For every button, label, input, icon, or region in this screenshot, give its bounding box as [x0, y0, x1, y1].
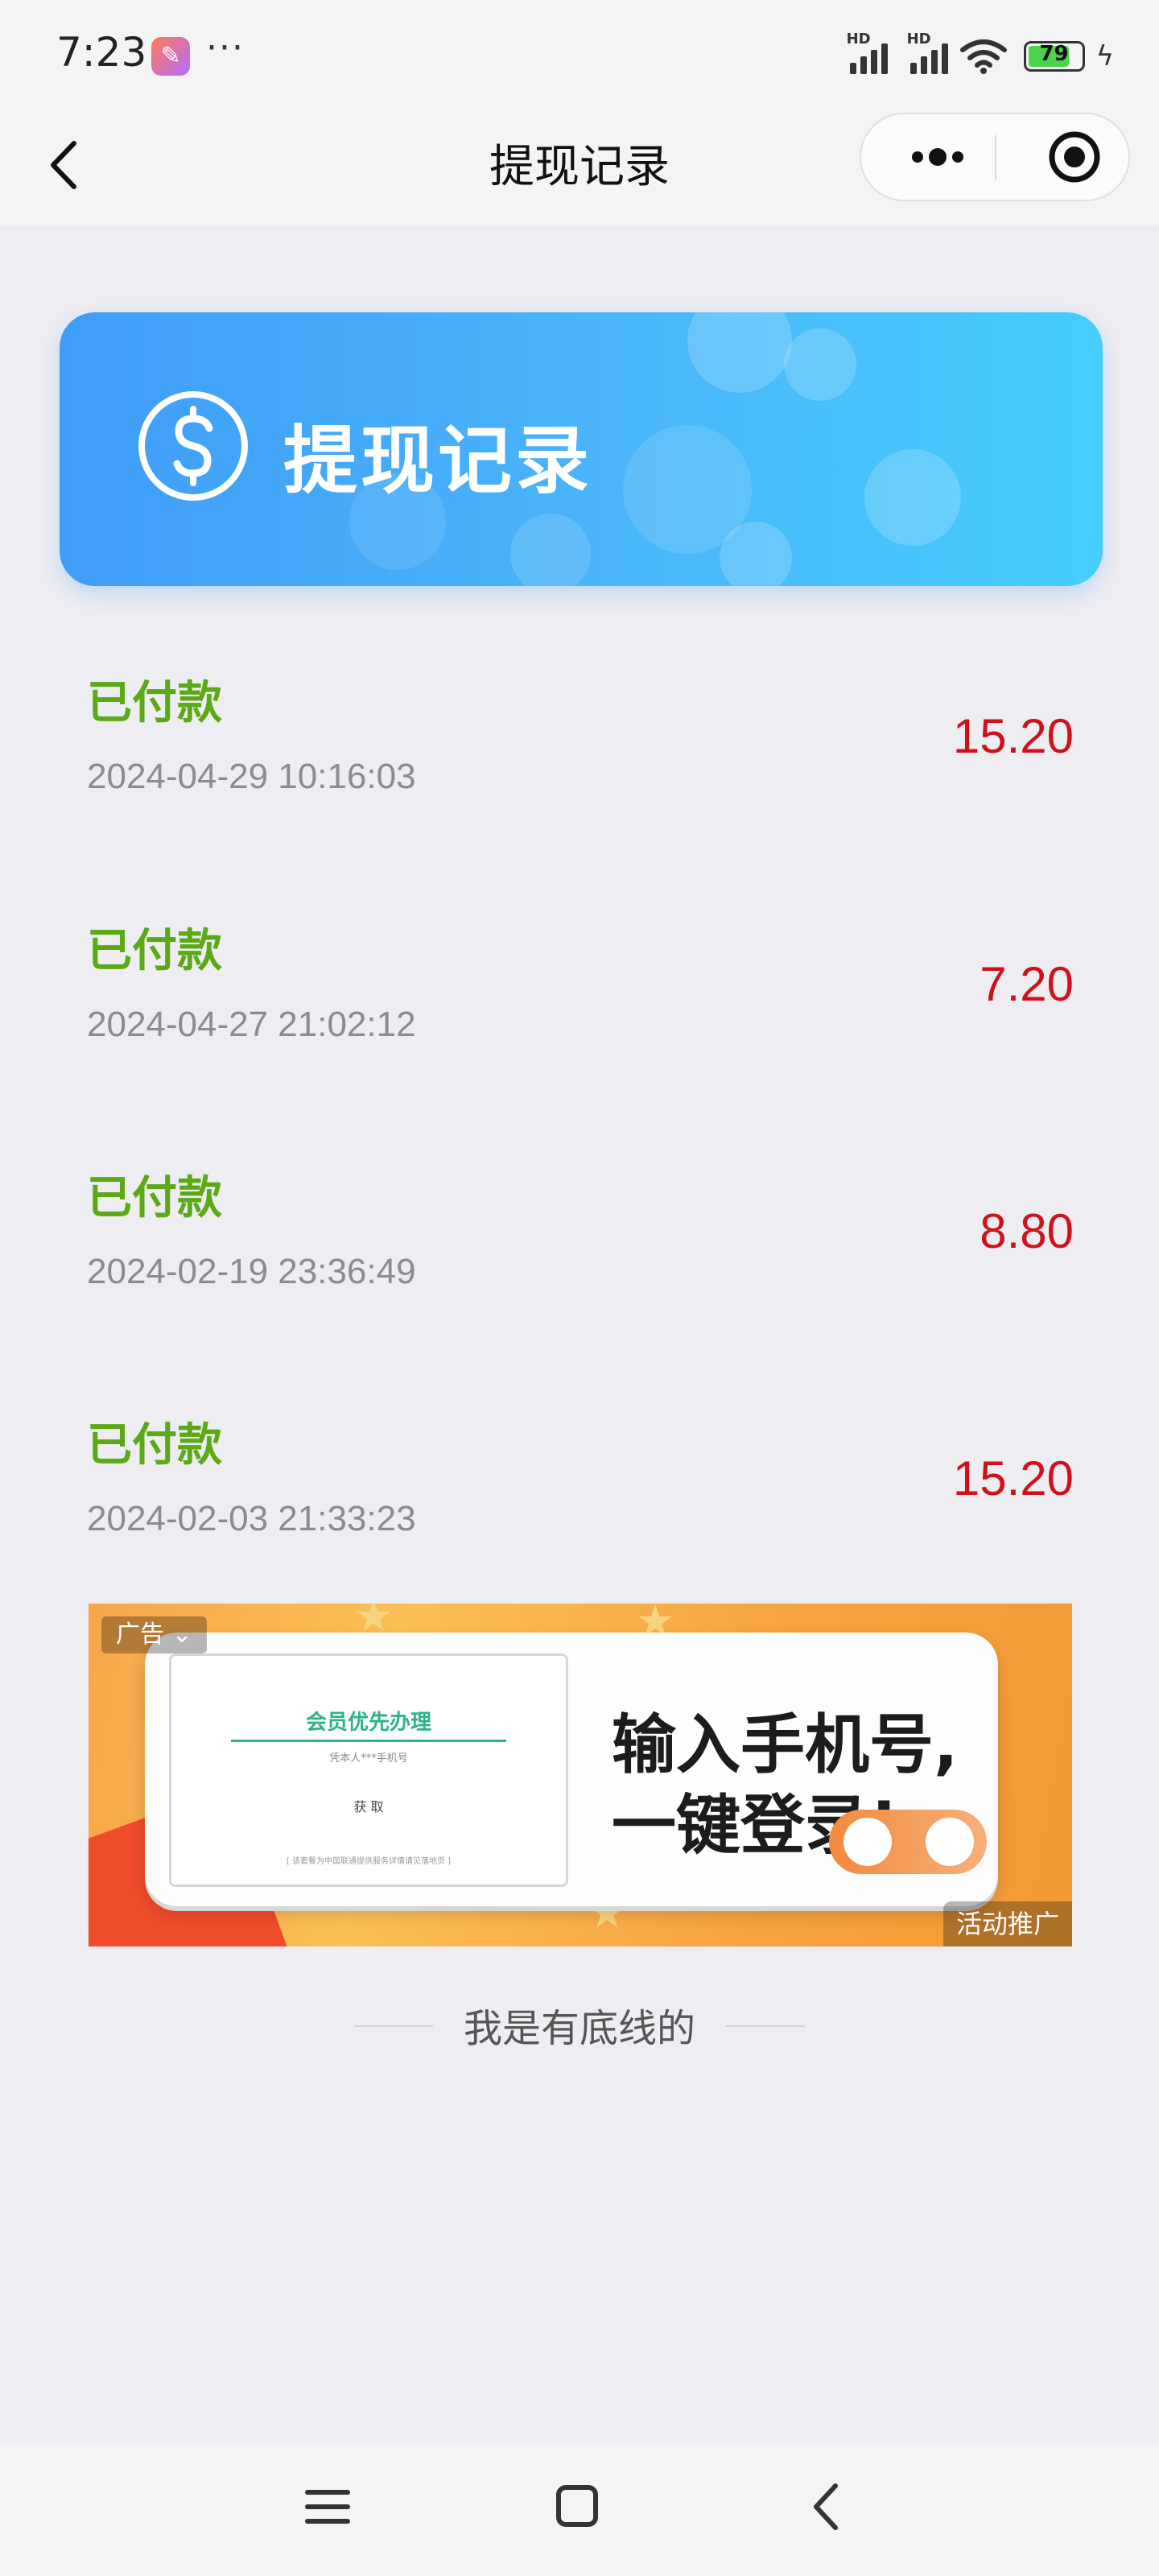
- withdrawal-record: 已付款 2024-04-29 10:16:03 15.20: [87, 644, 1074, 845]
- ad-tag[interactable]: 广告 ⌄: [101, 1616, 207, 1653]
- ad-inner-button: 获 取: [353, 1799, 384, 1814]
- menu-icon[interactable]: [291, 2475, 364, 2539]
- record-status: 已付款: [87, 677, 222, 729]
- withdrawal-record: 已付款 2024-04-27 21:02:12 7.20: [87, 892, 1074, 1093]
- ad-promo-label: 活动推广: [942, 1901, 1072, 1946]
- record-amount: 7.20: [980, 957, 1074, 1011]
- withdrawal-record: 已付款 2024-02-03 21:33:23 15.20: [87, 1386, 1074, 1587]
- end-of-list: 我是有底线的: [0, 1996, 1159, 2053]
- record-time: 2024-02-19 23:36:49: [87, 1252, 416, 1291]
- capsule-divider: [995, 135, 996, 180]
- status-bar: 7:23 ✎ ··· HD HD 79 ϟ: [0, 0, 1159, 105]
- header-banner: 提现记录: [60, 312, 1103, 586]
- app-notification-icon: ✎: [151, 37, 190, 76]
- more-icon[interactable]: [893, 114, 982, 200]
- back-nav-icon[interactable]: [792, 2475, 864, 2539]
- system-nav-bar: [0, 2441, 1159, 2576]
- close-miniprogram-icon[interactable]: [1030, 114, 1119, 200]
- signal-icon-2: HD: [907, 31, 948, 74]
- home-icon[interactable]: [541, 2475, 613, 2539]
- record-time: 2024-04-27 21:02:12: [87, 1005, 416, 1044]
- charging-icon: ϟ: [1095, 40, 1114, 72]
- record-status: 已付款: [87, 1172, 222, 1224]
- divider-right: [726, 2025, 805, 2027]
- ad-banner[interactable]: ★ ★ ★ 会员优先办理 凭本人***手机号 获 取 [ 该套餐为中国联通提供服…: [89, 1604, 1072, 1946]
- ad-inner-title: 会员优先办理: [305, 1711, 431, 1735]
- chevron-down-icon: ⌄: [171, 1620, 192, 1649]
- ad-form-preview: 会员优先办理 凭本人***手机号 获 取 [ 该套餐为中国联通提供服务详情请见落…: [169, 1653, 568, 1887]
- end-of-list-text: 我是有底线的: [463, 2006, 695, 2051]
- record-time: 2024-04-29 10:16:03: [87, 757, 416, 796]
- record-amount: 15.20: [952, 709, 1074, 763]
- wifi-icon: [959, 39, 1007, 74]
- banner-title: 提现记录: [283, 418, 593, 504]
- hd-label: HD: [846, 31, 871, 47]
- ad-headline-line-1: 输入手机号,: [612, 1707, 959, 1782]
- ad-toggle-graphic: [829, 1810, 987, 1874]
- signal-icon: HD: [847, 31, 888, 74]
- more-notifications-icon: ···: [206, 27, 245, 68]
- status-time: 7:23: [56, 29, 147, 76]
- record-amount: 15.20: [952, 1451, 1074, 1505]
- withdrawal-record: 已付款 2024-02-19 23:36:49 8.80: [87, 1139, 1074, 1340]
- mini-program-capsule: [860, 113, 1130, 201]
- dollar-icon: [138, 391, 248, 501]
- ad-inner-subtitle: 凭本人***手机号: [329, 1752, 408, 1765]
- record-time: 2024-02-03 21:33:23: [87, 1499, 416, 1538]
- nav-bar: 提现记录: [0, 105, 1159, 225]
- ad-inner-footnote: [ 该套餐为中国联通提供服务详情请见落地页 ]: [286, 1857, 452, 1866]
- battery-level: 79: [1039, 42, 1069, 66]
- battery-icon: 79: [1023, 41, 1085, 72]
- hd-label-2: HD: [906, 31, 931, 47]
- record-amount: 8.80: [980, 1204, 1074, 1258]
- record-status: 已付款: [87, 925, 222, 977]
- record-status: 已付款: [87, 1419, 222, 1472]
- ad-tag-label: 广告: [116, 1620, 164, 1649]
